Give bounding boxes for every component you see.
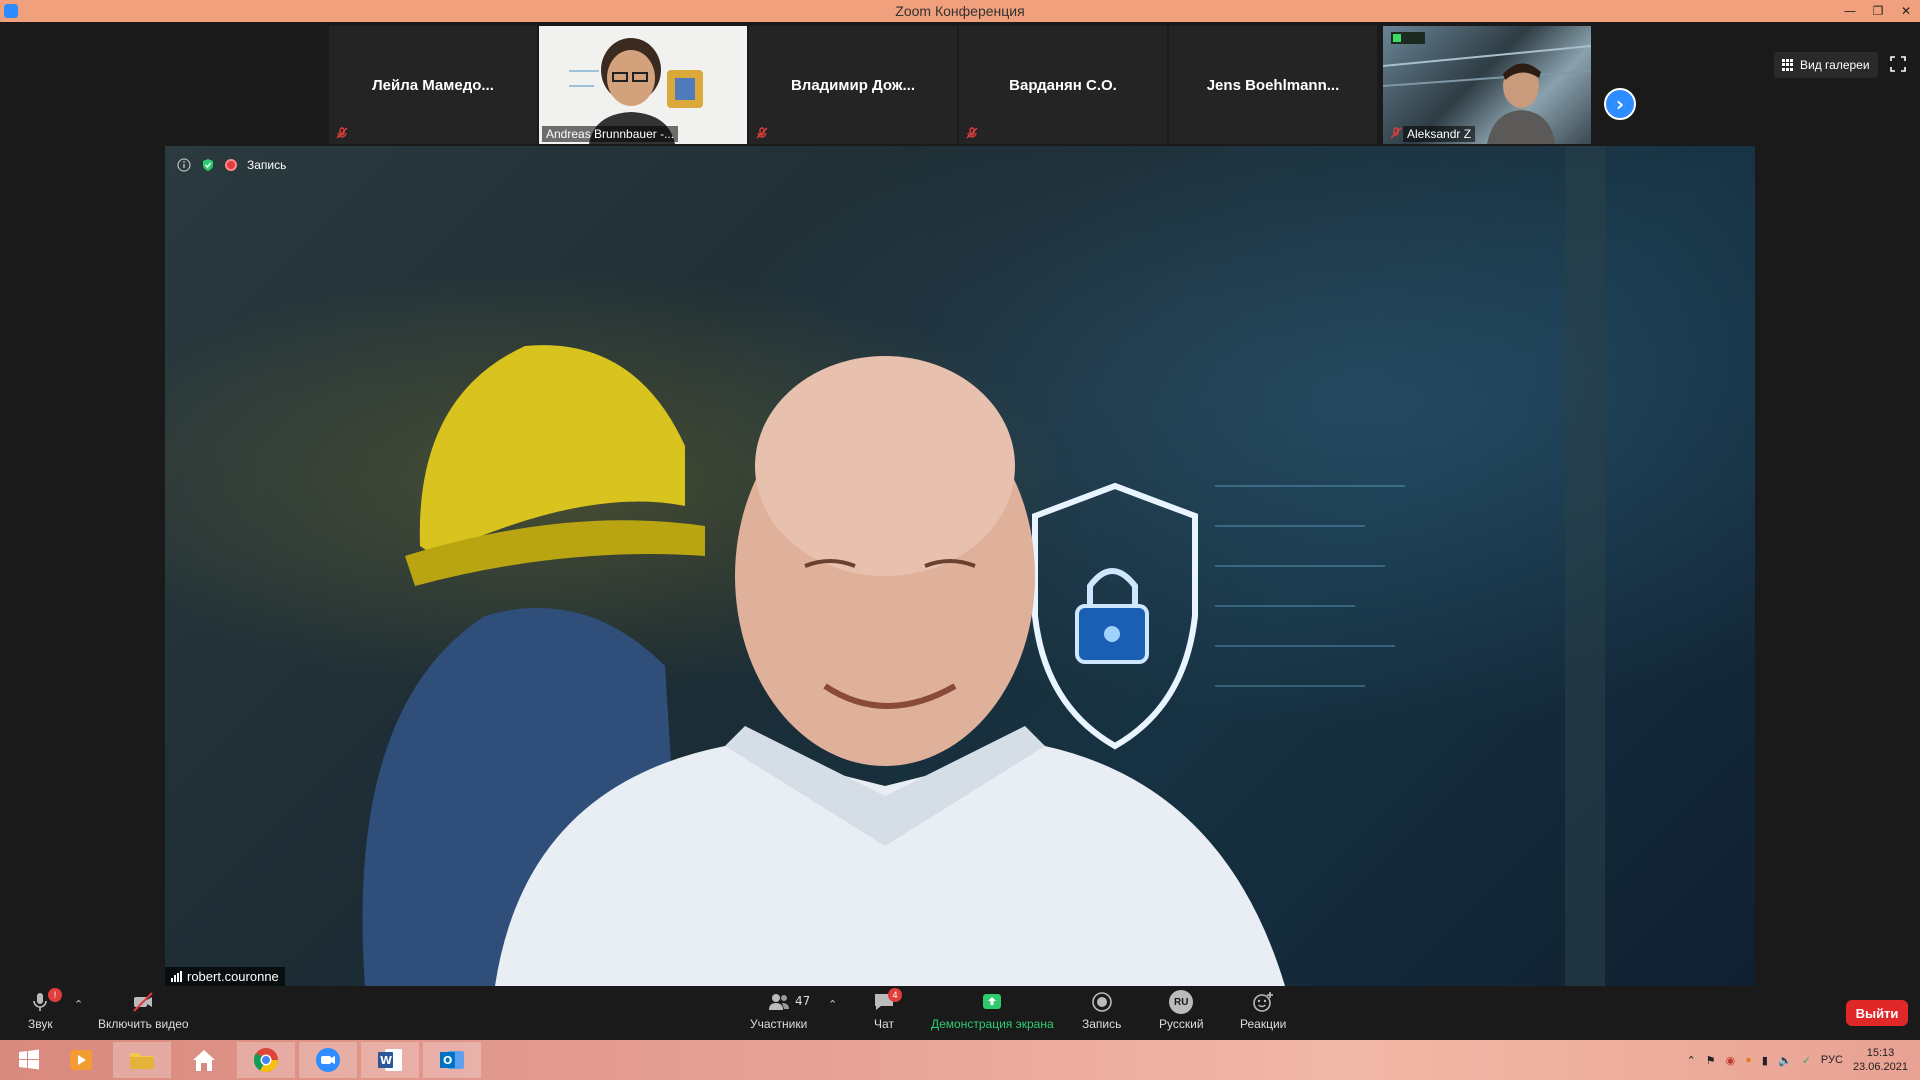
clock-date: 23.06.2021 [1852,1061,1908,1073]
system-tray: ⌃ ⚑ ◉ ● ▮ 🔈 ✓ РУС 15:13 23.06.2021 [1687,1040,1920,1080]
language-label: Русский [1159,1017,1204,1031]
taskbar-media-player[interactable] [52,1042,110,1078]
start-button[interactable] [0,1042,58,1078]
chat-unread-badge: 4 [888,988,902,1002]
volume-icon[interactable]: 🔈 [1778,1054,1792,1067]
smiley-plus-icon [1253,992,1274,1012]
svg-text:O: O [443,1054,452,1067]
share-screen-button[interactable]: Демонстрация экрана [931,990,1054,1031]
tray-app-icon[interactable]: ● [1745,1054,1752,1066]
zoom-app-icon [4,4,18,18]
participants-label: Участники [750,1017,808,1031]
participant-name: Лейла Мамедо... [372,76,494,94]
shield-icon[interactable] [201,158,215,172]
participant-thumb[interactable]: Aleksandr Z [1383,26,1591,144]
next-page-button[interactable]: › [1604,88,1636,120]
participant-name: Варданян С.О. [1009,76,1117,94]
taskbar-home[interactable] [175,1042,233,1078]
video-off-icon [133,992,154,1012]
svg-text:W: W [380,1054,392,1067]
input-language[interactable]: РУС [1821,1054,1843,1066]
gallery-view-button[interactable]: Вид галереи [1774,52,1878,78]
participant-thumb[interactable]: Варданян С.О. [959,26,1167,144]
language-button[interactable]: RU Русский [1159,990,1204,1031]
taskbar-word[interactable]: W [361,1042,419,1078]
participant-thumb[interactable]: Jens Boehlmann... [1169,26,1377,144]
gallery-view-label: Вид галереи [1800,58,1870,72]
chat-label: Чат [874,1017,894,1031]
speaker-name-tag: robert.couronne [165,967,285,986]
grid-icon [1782,59,1794,71]
windows-logo-icon [19,1049,39,1070]
audio-options-caret-icon[interactable]: ⌃ [74,998,83,1011]
participant-name: Владимир Дож... [790,76,916,94]
meeting-toolbar: ! Звук ⌃ Включить видео Участники 47 ⌃ 4… [0,986,1920,1040]
media-player-icon [70,1050,92,1070]
word-icon: W [378,1049,402,1071]
restore-button[interactable]: ❐ [1864,0,1892,22]
audio-button[interactable]: ! Звук [28,988,62,1031]
reactions-button[interactable]: Реакции [1240,990,1286,1031]
participants-options-caret-icon[interactable]: ⌃ [828,998,837,1011]
info-icon[interactable] [177,158,191,172]
record-icon [1091,992,1112,1012]
share-screen-icon [983,994,1002,1009]
start-video-button[interactable]: Включить видео [98,990,189,1031]
signal-strength-icon [171,971,182,982]
participant-thumb[interactable]: Лейла Мамедо... [329,26,537,144]
active-speaker-video: Запись robert.couronne [165,146,1755,986]
share-screen-label: Демонстрация экрана [931,1017,1054,1031]
participants-icon [768,994,789,1010]
leave-meeting-button[interactable]: Выйти [1846,1000,1908,1026]
muted-mic-icon [1390,127,1402,139]
folder-icon [130,1053,154,1069]
flag-icon[interactable]: ⚑ [1706,1054,1716,1067]
taskbar-outlook[interactable]: O [423,1042,481,1078]
taskbar-zoom[interactable] [299,1042,357,1078]
update-icon[interactable]: ✓ [1802,1054,1811,1067]
muted-mic-icon [336,127,348,139]
chrome-icon [253,1048,278,1073]
participant-name: Aleksandr Z [1403,126,1476,142]
recording-indicator-icon [225,159,237,171]
participant-name: Jens Boehlmann... [1206,76,1340,94]
clock-time: 15:13 [1866,1047,1895,1059]
speaker-video-frame [362,146,1605,986]
gallery-strip: Лейла Мамедо... Andreas Brunnbauer -... … [0,22,1920,144]
audio-label: Звук [28,1017,53,1031]
outlook-icon: O [440,1051,464,1069]
window-controls: — ❐ ✕ [1836,0,1920,22]
tray-expand-caret-icon[interactable]: ⌃ [1687,1054,1696,1067]
windows-taskbar: W O ⌃ ⚑ ◉ ● ▮ 🔈 ✓ РУС 15:13 23.06.2021 [0,1040,1920,1080]
window-title: Zoom Конференция [895,3,1025,19]
antivirus-icon[interactable]: ◉ [1726,1054,1736,1067]
record-button[interactable]: Запись [1082,990,1121,1031]
chat-button[interactable]: 4 Чат [872,988,902,1031]
participants-count: 47 [795,994,811,1008]
participant-thumb[interactable]: Владимир Дож... [749,26,957,144]
muted-mic-icon [756,127,768,139]
speaker-name: robert.couronne [187,969,279,984]
video-label: Включить видео [98,1017,189,1031]
muted-mic-icon [966,127,978,139]
record-label: Запись [1082,1017,1122,1031]
participant-name: Andreas Brunnbauer -... [542,126,679,142]
zoom-icon [316,1048,340,1072]
taskbar-file-explorer[interactable] [113,1042,171,1078]
reactions-label: Реакции [1240,1017,1287,1031]
close-button[interactable]: ✕ [1892,0,1920,22]
chevron-right-icon: › [1615,92,1625,116]
recording-label: Запись [247,158,287,172]
participant-thumb[interactable]: Andreas Brunnbauer -... [539,26,747,144]
language-globe-icon: RU [1169,990,1194,1014]
minimize-button[interactable]: — [1836,0,1864,22]
network-icon[interactable]: ▮ [1762,1054,1768,1067]
audio-warning-badge: ! [48,988,62,1002]
home-icon [193,1050,215,1071]
taskbar-chrome[interactable] [237,1042,295,1078]
window-titlebar: Zoom Конференция — ❐ ✕ [0,0,1920,22]
system-clock[interactable]: 15:13 23.06.2021 [1853,1046,1908,1074]
meeting-status-bar: Запись [177,158,286,172]
fullscreen-icon[interactable] [1890,56,1906,72]
